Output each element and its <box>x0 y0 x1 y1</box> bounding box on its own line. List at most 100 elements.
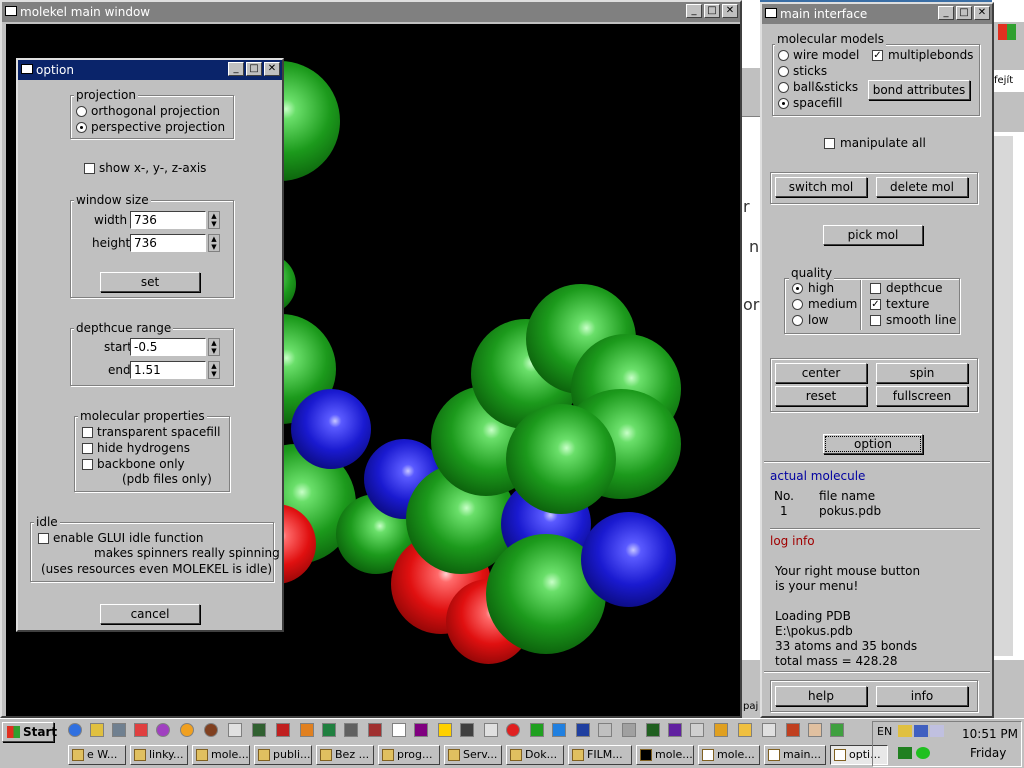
taskbar-button[interactable]: Serv... <box>444 745 502 765</box>
perspective-projection-radio[interactable] <box>76 122 87 133</box>
app-icon[interactable] <box>668 723 682 737</box>
books-icon[interactable] <box>368 723 382 737</box>
app-icon[interactable] <box>438 723 452 737</box>
option-button[interactable]: option <box>823 434 923 454</box>
ball-sticks-radio[interactable] <box>778 82 789 93</box>
app-icon[interactable] <box>786 723 800 737</box>
info-button[interactable]: info <box>876 686 968 706</box>
taskbar-button[interactable]: mole... <box>192 745 250 765</box>
taskbar-button[interactable]: e W... <box>68 745 126 765</box>
width-spinner[interactable]: ▲ ▼ <box>208 211 220 229</box>
height-input[interactable]: 736 <box>130 234 206 252</box>
app-icon[interactable] <box>830 723 844 737</box>
multiplebonds-checkbox[interactable]: ✓ <box>872 50 883 61</box>
taskbar-button[interactable]: linky... <box>130 745 188 765</box>
molecule-row-file[interactable]: pokus.pdb <box>819 504 881 518</box>
start-input[interactable]: -0.5 <box>130 338 206 356</box>
manipulate-all-checkbox[interactable] <box>824 138 835 149</box>
pen-icon[interactable] <box>90 723 104 737</box>
app-icon[interactable] <box>414 723 428 737</box>
clock-time[interactable]: 10:51 PM <box>962 727 1018 741</box>
app-icon[interactable] <box>460 723 474 737</box>
taskbar-button[interactable]: mole... <box>698 745 760 765</box>
scrollbar[interactable] <box>992 136 1013 656</box>
backbone-only-checkbox[interactable] <box>82 459 93 470</box>
main-interface-titlebar[interactable]: main interface _ □ ✕ <box>762 4 992 24</box>
taskbar-button[interactable]: main... <box>764 745 826 765</box>
start-spinner[interactable]: ▲ ▼ <box>208 338 220 356</box>
sticks-radio[interactable] <box>778 66 789 77</box>
end-input[interactable]: 1.51 <box>130 361 206 379</box>
ie-icon[interactable] <box>68 723 82 737</box>
winamp-icon[interactable] <box>180 723 194 737</box>
app-icon[interactable] <box>690 723 704 737</box>
center-button[interactable]: center <box>775 363 867 383</box>
media-icon[interactable] <box>156 723 170 737</box>
globe-icon[interactable] <box>204 723 218 737</box>
help-button[interactable]: help <box>775 686 867 706</box>
main-window-titlebar[interactable]: molekel main window _ □ ✕ <box>2 2 740 22</box>
tray-icon[interactable] <box>930 725 944 737</box>
minimize-button[interactable]: _ <box>228 62 244 76</box>
app-icon[interactable] <box>530 723 544 737</box>
quality-high-radio[interactable] <box>792 283 803 294</box>
close-button[interactable]: ✕ <box>264 62 280 76</box>
minimize-button[interactable]: _ <box>686 4 702 18</box>
height-spinner[interactable]: ▲ ▼ <box>208 234 220 252</box>
bond-attributes-button[interactable]: bond attributes <box>868 80 970 100</box>
spin-button[interactable]: spin <box>876 363 968 383</box>
pencil-icon[interactable] <box>134 723 148 737</box>
language-indicator[interactable]: EN <box>877 725 892 739</box>
pick-mol-button[interactable]: pick mol <box>823 225 923 245</box>
taskbar-button[interactable]: Bez ... <box>316 745 374 765</box>
maximize-button[interactable]: □ <box>704 4 720 18</box>
app-icon[interactable] <box>506 723 520 737</box>
app-icon[interactable] <box>484 723 498 737</box>
start-button[interactable]: Start <box>2 722 57 742</box>
chart-icon[interactable] <box>322 723 336 737</box>
reset-button[interactable]: reset <box>775 386 867 406</box>
option-window-titlebar[interactable]: option _ □ ✕ <box>18 60 282 80</box>
close-button[interactable]: ✕ <box>974 6 990 20</box>
app-icon[interactable] <box>552 723 566 737</box>
app-icon[interactable] <box>344 723 358 737</box>
network-icon[interactable] <box>112 723 126 737</box>
quality-medium-radio[interactable] <box>792 299 803 310</box>
quality-low-radio[interactable] <box>792 315 803 326</box>
taskbar-button[interactable]: Dok... <box>506 745 564 765</box>
fullscreen-button[interactable]: fullscreen <box>876 386 968 406</box>
eye-icon[interactable] <box>252 723 266 737</box>
app-icon[interactable] <box>738 723 752 737</box>
app-icon[interactable] <box>646 723 660 737</box>
close-button[interactable]: ✕ <box>722 4 738 18</box>
app-icon[interactable] <box>276 723 290 737</box>
maximize-button[interactable]: □ <box>246 62 262 76</box>
floppy-icon[interactable] <box>576 723 590 737</box>
app-icon[interactable] <box>392 723 406 737</box>
switch-mol-button[interactable]: switch mol <box>775 177 867 197</box>
tray-icon[interactable] <box>898 747 912 759</box>
app-icon[interactable] <box>622 723 636 737</box>
app-icon[interactable] <box>598 723 612 737</box>
set-button[interactable]: set <box>100 272 200 292</box>
minimize-button[interactable]: _ <box>938 6 954 20</box>
end-spinner[interactable]: ▲ ▼ <box>208 361 220 379</box>
hide-hydrogens-checkbox[interactable] <box>82 443 93 454</box>
app-icon[interactable] <box>808 723 822 737</box>
taskbar-button[interactable]: publi... <box>254 745 312 765</box>
smooth-line-checkbox[interactable] <box>870 315 881 326</box>
tray-icon[interactable] <box>916 747 930 759</box>
taskbar-button[interactable]: FILM... <box>568 745 632 765</box>
orthogonal-projection-radio[interactable] <box>76 106 87 117</box>
depthcue-checkbox[interactable] <box>870 283 881 294</box>
transparent-spacefill-checkbox[interactable] <box>82 427 93 438</box>
molecule-row-no[interactable]: 1 <box>780 504 788 518</box>
texture-checkbox[interactable]: ✓ <box>870 299 881 310</box>
enable-idle-checkbox[interactable] <box>38 533 49 544</box>
delete-mol-button[interactable]: delete mol <box>876 177 968 197</box>
matlab-icon[interactable] <box>300 723 314 737</box>
taskbar-button[interactable]: prog... <box>378 745 440 765</box>
show-axis-checkbox[interactable] <box>84 163 95 174</box>
width-input[interactable]: 736 <box>130 211 206 229</box>
cancel-button[interactable]: cancel <box>100 604 200 624</box>
